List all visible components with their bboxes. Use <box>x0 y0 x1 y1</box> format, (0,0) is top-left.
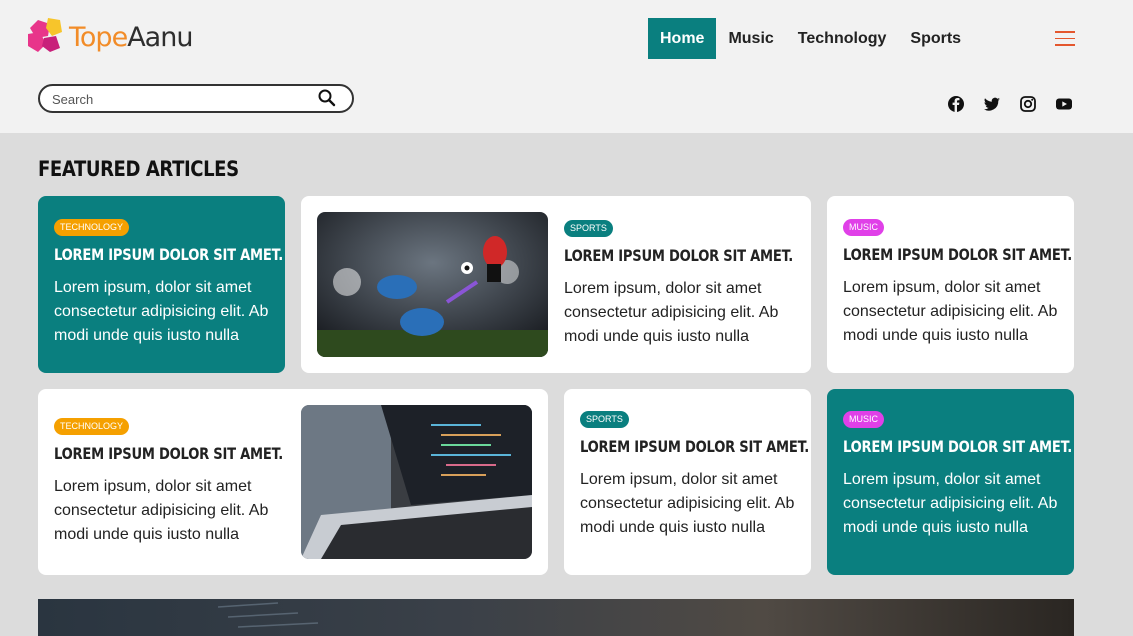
site-logo[interactable]: TopeAanu <box>24 16 193 56</box>
soccer-image <box>317 212 548 357</box>
article-card[interactable]: TECHNOLOGY LOREM IPSUM DOLOR SIT AMET. L… <box>38 389 548 575</box>
article-title[interactable]: LOREM IPSUM DOLOR SIT AMET. <box>564 246 793 265</box>
article-card[interactable]: MUSIC LOREM IPSUM DOLOR SIT AMET. Lorem … <box>827 196 1074 373</box>
article-excerpt: Lorem ipsum, dolor sit amet consectetur … <box>843 279 1058 344</box>
category-badge[interactable]: MUSIC <box>843 411 884 428</box>
logo-icon <box>28 18 62 52</box>
search-icon[interactable] <box>318 89 336 107</box>
article-excerpt: Lorem ipsum, dolor sit amet consectetur … <box>580 471 795 536</box>
search-bar <box>38 84 354 113</box>
twitter-icon[interactable] <box>983 95 1001 113</box>
category-badge[interactable]: TECHNOLOGY <box>54 219 130 236</box>
article-title[interactable]: LOREM IPSUM DOLOR SIT AMET. <box>843 245 1072 264</box>
article-card[interactable]: SPORTS LOREM IPSUM DOLOR SIT AMET. Lorem… <box>301 196 811 373</box>
section-title: FEATURED ARTICLES <box>38 157 239 181</box>
article-card[interactable]: SPORTS LOREM IPSUM DOLOR SIT AMET. Lorem… <box>564 389 811 575</box>
youtube-icon[interactable] <box>1055 95 1073 113</box>
facebook-icon[interactable] <box>947 95 965 113</box>
article-excerpt: Lorem ipsum, dolor sit amet consectetur … <box>54 478 269 543</box>
instagram-icon[interactable] <box>1019 95 1037 113</box>
nav-technology[interactable]: Technology <box>786 18 899 59</box>
article-title[interactable]: LOREM IPSUM DOLOR SIT AMET. <box>54 444 283 463</box>
article-excerpt: Lorem ipsum, dolor sit amet consectetur … <box>54 279 269 344</box>
menu-icon[interactable] <box>1055 31 1075 47</box>
category-badge[interactable]: TECHNOLOGY <box>54 418 130 435</box>
article-card[interactable]: TECHNOLOGY LOREM IPSUM DOLOR SIT AMET. L… <box>38 196 285 373</box>
category-badge[interactable]: SPORTS <box>564 220 613 237</box>
hero-banner-image <box>38 599 1074 636</box>
article-excerpt: Lorem ipsum, dolor sit amet consectetur … <box>564 280 779 345</box>
article-title[interactable]: LOREM IPSUM DOLOR SIT AMET. <box>580 437 809 456</box>
article-title[interactable]: LOREM IPSUM DOLOR SIT AMET. <box>54 245 283 264</box>
nav-home[interactable]: Home <box>648 18 717 59</box>
brand-name: TopeAanu <box>69 21 193 53</box>
site-header: TopeAanu Home Music Technology Sports <box>0 0 1133 133</box>
article-card[interactable]: MUSIC LOREM IPSUM DOLOR SIT AMET. Lorem … <box>827 389 1074 575</box>
article-title[interactable]: LOREM IPSUM DOLOR SIT AMET. <box>843 437 1072 456</box>
nav-sports[interactable]: Sports <box>898 18 973 59</box>
laptop-image <box>301 405 532 559</box>
main-nav: Home Music Technology Sports <box>648 18 973 59</box>
category-badge[interactable]: SPORTS <box>580 411 629 428</box>
search-input[interactable] <box>52 90 302 108</box>
category-badge[interactable]: MUSIC <box>843 219 884 236</box>
article-excerpt: Lorem ipsum, dolor sit amet consectetur … <box>843 471 1058 536</box>
nav-music[interactable]: Music <box>716 18 785 59</box>
